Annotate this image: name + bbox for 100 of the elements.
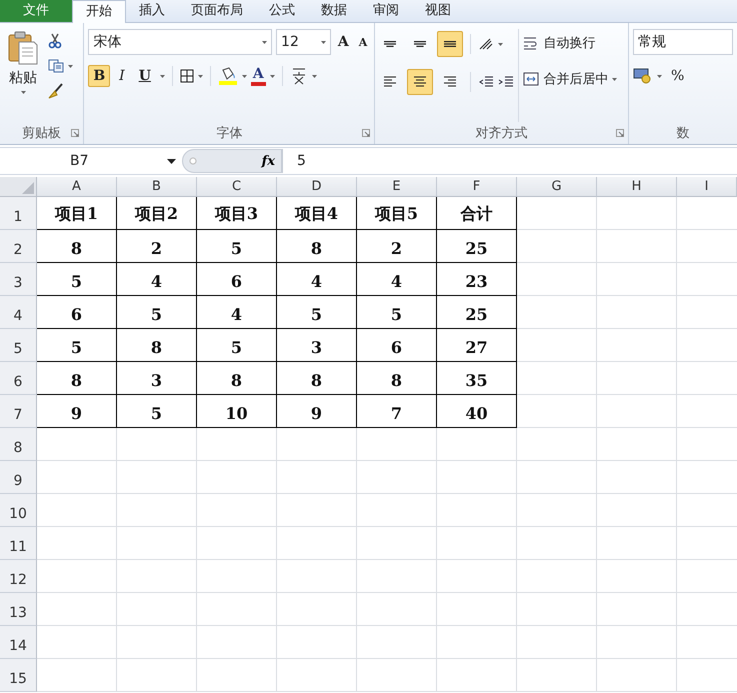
align-top-icon (384, 41, 396, 47)
currency-icon[interactable] (633, 68, 653, 84)
column-header[interactable]: D (277, 177, 357, 197)
table-cell: 5 (277, 296, 357, 329)
table-cell: 27 (437, 329, 517, 362)
align-center-icon (413, 75, 428, 89)
align-bottom-button[interactable] (437, 31, 464, 57)
table-cell: 6 (197, 263, 277, 296)
brush-icon[interactable] (48, 83, 64, 99)
row-header[interactable]: 10 (0, 494, 37, 527)
align-center-button[interactable] (407, 69, 434, 95)
align-left-icon (383, 75, 398, 89)
table-cell: 2 (357, 230, 437, 263)
table-cell: 4 (357, 263, 437, 296)
group-label: 对齐方式 (476, 125, 528, 142)
dialog-launcher-icon[interactable] (362, 129, 370, 137)
wrap-text-icon[interactable] (523, 36, 540, 50)
row-header[interactable]: 13 (0, 593, 37, 626)
column-header[interactable]: B (117, 177, 197, 197)
ribbon-tab[interactable]: 插入 (126, 0, 178, 22)
table-cell: 5 (357, 296, 437, 329)
table-cell: 5 (197, 230, 277, 263)
align-bottom-icon (444, 41, 456, 47)
table-cell: 5 (117, 395, 197, 428)
dialog-launcher-icon[interactable] (616, 129, 624, 137)
row-header[interactable]: 3 (0, 263, 37, 296)
wrap-text-button[interactable]: 自动换行 (523, 31, 618, 55)
table-cell: 4 (117, 263, 197, 296)
ribbon-tab[interactable]: 开始 (72, 0, 126, 23)
bold-button[interactable]: B (88, 65, 110, 87)
dialog-launcher-icon[interactable] (71, 129, 80, 137)
row-header[interactable]: 7 (0, 395, 37, 428)
row-header[interactable]: 14 (0, 626, 37, 659)
table-cell: 8 (277, 362, 357, 395)
resize-handle-icon[interactable] (189, 157, 197, 165)
caret-icon[interactable] (167, 158, 176, 164)
fill-color-icon[interactable] (218, 67, 238, 85)
borders-icon[interactable] (180, 69, 194, 83)
column-header[interactable]: E (357, 177, 437, 197)
row-header[interactable]: 12 (0, 560, 37, 593)
font-color-button[interactable]: A (250, 66, 266, 86)
row-header[interactable]: 6 (0, 362, 37, 395)
ribbon-tab[interactable]: 公式 (256, 0, 308, 22)
row-header[interactable]: 2 (0, 230, 37, 263)
group-label: 字体 (216, 125, 242, 142)
number-format-dropdown[interactable]: 常规 (633, 29, 733, 55)
column-header[interactable]: C (197, 177, 277, 197)
scissors-icon[interactable] (48, 33, 62, 49)
align-middle-icon (414, 41, 426, 47)
column-header[interactable]: I (677, 177, 737, 197)
merge-center-button[interactable]: 合并后居中 (523, 67, 618, 91)
row-header[interactable]: 4 (0, 296, 37, 329)
merge-cells-icon[interactable] (523, 72, 540, 86)
table-cell: 7 (357, 395, 437, 428)
ribbon-tab[interactable]: 页面布局 (178, 0, 256, 22)
font-size-dropdown[interactable]: 12 (276, 29, 331, 55)
row-header[interactable]: 9 (0, 461, 37, 494)
italic-button[interactable]: I (114, 65, 130, 87)
table-cell: 项目2 (117, 197, 197, 230)
name-box[interactable]: B7 (0, 149, 182, 173)
percent-button[interactable]: % (666, 65, 690, 87)
table-cell: 35 (437, 362, 517, 395)
table-cell: 项目4 (277, 197, 357, 230)
formula-input[interactable]: 5 (282, 149, 737, 173)
ribbon-tab[interactable]: 审阅 (360, 0, 412, 22)
ribbon-tab[interactable]: 视图 (412, 0, 464, 22)
table-cell: 9 (277, 395, 357, 428)
table-cell: 6 (357, 329, 437, 362)
row-header[interactable]: 15 (0, 659, 37, 692)
table-cell: 23 (437, 263, 517, 296)
column-header[interactable]: F (437, 177, 517, 197)
decrease-indent-icon[interactable] (478, 75, 494, 89)
clipboard-icon[interactable] (8, 31, 38, 65)
table-cell: 项目1 (37, 197, 117, 230)
table-cell: 5 (37, 329, 117, 362)
ribbon-tab[interactable]: 数据 (308, 0, 360, 22)
insert-function-button[interactable]: fx (262, 154, 275, 168)
shrink-font-button[interactable]: A (356, 32, 370, 52)
paste-button[interactable]: 粘贴 (4, 29, 42, 122)
column-header[interactable]: A (37, 177, 117, 197)
group-label: 数 (676, 125, 690, 142)
ribbon-tab[interactable]: 文件 (0, 0, 72, 22)
table-cell: 10 (197, 395, 277, 428)
font-name-dropdown[interactable]: 宋体 (88, 29, 272, 55)
row-header[interactable]: 11 (0, 527, 37, 560)
orientation-icon[interactable] (478, 37, 494, 51)
row-header[interactable]: 8 (0, 428, 37, 461)
table-cell: 5 (37, 263, 117, 296)
row-header[interactable]: 5 (0, 329, 37, 362)
table-cell: 9 (37, 395, 117, 428)
column-header[interactable]: G (517, 177, 597, 197)
increase-indent-icon[interactable] (498, 75, 514, 89)
underline-button[interactable]: U (134, 65, 156, 87)
copy-icon[interactable] (48, 59, 64, 73)
column-header[interactable]: H (597, 177, 677, 197)
table-cell: 2 (117, 230, 197, 263)
row-header[interactable]: 1 (0, 197, 37, 230)
align-right-icon (443, 75, 458, 89)
grow-font-button[interactable]: A (334, 31, 352, 53)
table-cell: 4 (277, 263, 357, 296)
